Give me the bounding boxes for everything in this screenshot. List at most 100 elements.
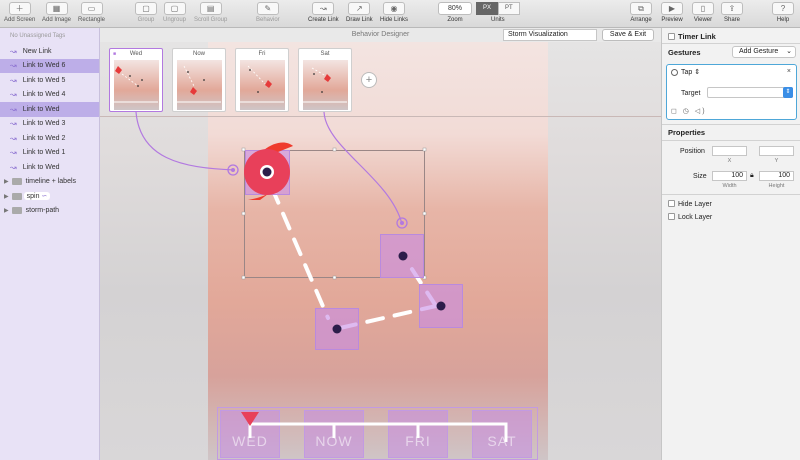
position-x-field[interactable] — [712, 146, 747, 156]
layer-group-storm-path[interactable]: ▶ storm-path — [0, 204, 99, 219]
add-image-button[interactable]: ▦ Add Image — [42, 2, 71, 23]
link-icon: ↝ — [10, 61, 17, 71]
gesture-type[interactable]: Tap ⇕ — [681, 68, 700, 76]
x-sublabel: X — [727, 158, 732, 164]
ungroup-label: Ungroup — [163, 17, 187, 23]
tags-header: No Unassigned Tags — [10, 33, 66, 39]
viewer-label: Viewer — [693, 17, 713, 23]
viewer-button[interactable]: ▯ Viewer — [692, 2, 714, 23]
gesture-card[interactable]: Tap ⇕ × Target ⇕ ◻ ◷ ◁) — [666, 64, 797, 120]
group-label: Group — [137, 17, 155, 23]
disclosure-triangle-icon[interactable]: ▶ — [4, 193, 9, 200]
units-pt-toggle[interactable]: PT — [498, 2, 520, 15]
layer-label: Link to Wed 5 — [22, 76, 66, 84]
layer-group-spin[interactable]: ▶ spin ∽ — [0, 189, 99, 204]
layer-link-wed-5[interactable]: ↝ Link to Wed 5 — [0, 73, 99, 88]
position-label: Position — [680, 148, 705, 155]
help-button[interactable]: ? Help — [772, 2, 794, 23]
layer-link-wed-4[interactable]: ↝ Link to Wed 4 — [0, 88, 99, 103]
target-label: Target — [681, 90, 701, 97]
draw-link-button[interactable]: ↗ Draw Link — [346, 2, 373, 23]
arrange-button[interactable]: ⧉ Arrange — [630, 2, 652, 23]
divider — [662, 124, 800, 125]
layer-group-timeline[interactable]: ▶ timeline + labels — [0, 175, 99, 190]
close-icon[interactable]: × — [787, 68, 791, 75]
stepper-icon: ⇕ — [694, 69, 701, 76]
zoom-control[interactable]: 80% Zoom — [438, 2, 472, 23]
add-screen-button[interactable]: ＋ Add Screen — [4, 2, 35, 23]
position-y-field[interactable] — [759, 146, 794, 156]
units-label: Units — [491, 17, 505, 23]
share-button[interactable]: ⇪ Share — [721, 2, 743, 23]
layer-label: Link to Wed 1 — [22, 149, 66, 157]
layer-label: Link to Wed 2 — [22, 134, 66, 142]
disclosure-triangle-icon[interactable]: ▶ — [4, 207, 9, 214]
lock-aspect-icon[interactable]: 🔒︎ — [750, 172, 754, 180]
hide-layer-label: Hide Layer — [678, 201, 712, 208]
hide-layer-checkbox[interactable] — [668, 200, 675, 207]
width-field[interactable]: 100 — [712, 171, 747, 181]
group-icon: ▢ — [135, 2, 157, 15]
layer-label: Link to Wed 4 — [22, 91, 66, 99]
layer-label: Link to Wed 6 — [22, 62, 66, 70]
toolbar: ＋ Add Screen ▦ Add Image ▭ Rectangle ▢ Group… — [0, 0, 800, 28]
hide-links-label: Hide Links — [380, 17, 409, 23]
size-label: Size — [693, 173, 707, 180]
layer-link-new[interactable]: ↝ New Link — [0, 44, 99, 59]
layer-link-wed-b[interactable]: ↝ Link to Wed — [0, 160, 99, 175]
layer-link-wed-1[interactable]: ↝ Link to Wed 1 — [0, 146, 99, 161]
layer-label: Link to Wed 3 — [22, 120, 66, 128]
inspector-panel: Timer Link Gestures Add Gesture ⌄ Tap ⇕ ×… — [661, 28, 800, 460]
add-gesture-label: Add Gesture — [739, 48, 779, 55]
height-field[interactable]: 100 — [759, 171, 794, 181]
properties-header: Properties — [668, 128, 800, 137]
create-link-label: Create Link — [308, 17, 339, 23]
units-control[interactable]: PX PT Units — [476, 2, 520, 23]
layer-link-wed[interactable]: ↝ Link to Wed — [0, 102, 99, 117]
lock-layer-checkbox[interactable] — [668, 213, 675, 220]
rectangle-button[interactable]: ▭ Rectangle — [78, 2, 105, 23]
layer-link-wed-6[interactable]: ↝ Link to Wed 6 — [0, 58, 99, 73]
height-sublabel: Height — [768, 183, 785, 189]
link-icon: ↝ — [10, 75, 17, 85]
timer-link-row[interactable]: Timer Link — [668, 32, 800, 41]
target-select[interactable]: ⇕ — [707, 87, 793, 98]
hide-links-button[interactable]: ◉ Hide Links — [380, 2, 408, 23]
add-gesture-dropdown[interactable]: Add Gesture ⌄ — [732, 46, 796, 58]
draw-link-icon: ↗ — [348, 2, 371, 15]
timeline-svg — [241, 412, 508, 442]
link-icon: ↝ — [10, 162, 17, 172]
divider — [662, 43, 800, 44]
properties-title: Properties — [668, 128, 706, 137]
layer-link-wed-2[interactable]: ↝ Link to Wed 2 — [0, 131, 99, 146]
behavior-button[interactable]: ✎ Behavior — [256, 2, 280, 23]
ungroup-button[interactable]: ▢ Ungroup — [163, 2, 186, 23]
create-link-icon: ↝ — [312, 2, 335, 15]
gesture-options-icons[interactable]: ◻ ◷ ◁) — [671, 107, 707, 115]
preview-button[interactable]: ▶ Preview — [661, 2, 683, 23]
zoom-select[interactable]: 80% — [438, 2, 472, 15]
behavior-canvas[interactable]: Behavior Designer Storm Visualization Sa… — [100, 28, 661, 460]
layers-sidebar: No Unassigned Tags ↝ New Link ↝ Link to We… — [0, 28, 100, 460]
scroll-group-button[interactable]: ▤ Scroll Group — [194, 2, 227, 23]
behavior-icon: ✎ — [256, 2, 279, 15]
divider — [662, 140, 800, 141]
disclosure-triangle-icon[interactable]: ▶ — [4, 178, 9, 185]
link-icon: ↝ — [10, 104, 17, 114]
timeline-track — [248, 422, 508, 442]
viewer-icon: ▯ — [692, 2, 714, 15]
zoom-label: Zoom — [447, 17, 463, 23]
layer-link-wed-3[interactable]: ↝ Link to Wed 3 — [0, 117, 99, 132]
timer-link-checkbox[interactable] — [668, 33, 675, 40]
hide-layer-row[interactable]: Hide Layer — [668, 200, 800, 208]
help-label: Help — [776, 17, 790, 23]
rectangle-icon: ▭ — [80, 2, 103, 15]
group-button[interactable]: ▢ Group — [135, 2, 157, 23]
preview-label: Preview — [661, 17, 683, 23]
folder-icon — [11, 178, 22, 186]
create-link-button[interactable]: ↝ Create Link — [308, 2, 339, 23]
layer-label: Link to Wed — [22, 105, 60, 113]
units-px-toggle[interactable]: PX — [476, 2, 499, 15]
lock-layer-row[interactable]: Lock Layer — [668, 213, 800, 221]
help-icon: ? — [772, 2, 794, 15]
